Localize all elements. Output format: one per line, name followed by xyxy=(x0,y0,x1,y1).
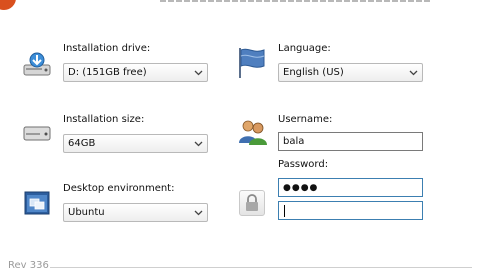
installation-size-label: Installation size: xyxy=(63,114,145,125)
desktop-environment-select[interactable]: Ubuntu xyxy=(63,203,208,222)
language-value: English (US) xyxy=(283,67,344,78)
desktop-window-icon xyxy=(24,191,50,215)
chevron-down-icon xyxy=(194,141,203,147)
installation-size-value: 64GB xyxy=(68,138,96,149)
padlock-icon xyxy=(246,194,258,211)
desktop-environment-label: Desktop environment: xyxy=(63,183,175,194)
padlock-button[interactable] xyxy=(239,190,265,216)
installation-drive-select[interactable]: D: (151GB free) xyxy=(63,63,208,82)
flag-icon xyxy=(236,46,268,80)
hard-drive-download-icon xyxy=(22,52,52,78)
password-input[interactable]: ●●●● xyxy=(278,178,423,197)
password-label: Password: xyxy=(278,159,329,170)
username-label: Username: xyxy=(278,114,333,125)
password-value: ●●●● xyxy=(283,183,319,193)
chevron-down-icon xyxy=(194,70,203,76)
app-logo xyxy=(0,0,16,10)
installation-size-select[interactable]: 64GB xyxy=(63,134,208,153)
password-confirm-input[interactable] xyxy=(278,201,423,220)
language-label: Language: xyxy=(278,43,331,54)
chevron-down-icon xyxy=(194,210,203,216)
hard-drive-icon xyxy=(22,124,52,144)
footer-divider xyxy=(50,267,472,268)
header-title-cropped xyxy=(160,0,430,2)
revision-label: Rev 336 xyxy=(8,260,49,271)
installation-drive-value: D: (151GB free) xyxy=(68,67,147,78)
desktop-environment-value: Ubuntu xyxy=(68,207,105,218)
language-select[interactable]: English (US) xyxy=(278,63,423,82)
chevron-down-icon xyxy=(409,70,418,76)
username-input[interactable]: bala xyxy=(278,132,423,151)
users-icon xyxy=(237,118,269,146)
username-value: bala xyxy=(283,136,305,147)
installation-drive-label: Installation drive: xyxy=(63,43,151,54)
text-cursor xyxy=(284,205,285,217)
